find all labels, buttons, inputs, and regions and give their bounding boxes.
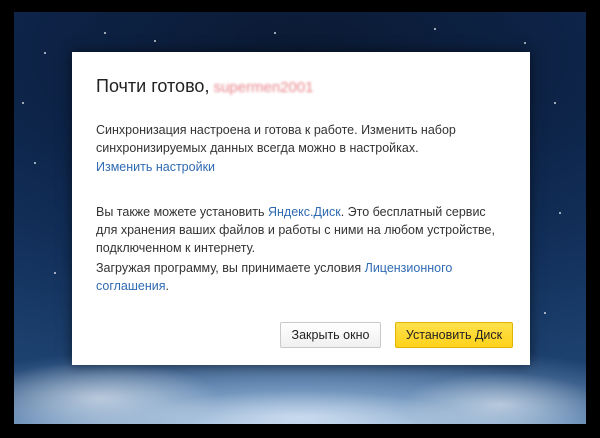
disk-description: Вы также можете установить Яндекс.Диск. … (96, 203, 508, 257)
license-text-after: . (165, 279, 169, 293)
dialog-title: Почти готово, supermen2001 (96, 76, 314, 97)
change-settings-link[interactable]: Изменить настройки (96, 160, 215, 174)
install-disk-button[interactable]: Установить Диск (395, 322, 513, 348)
license-notice: Загружая программу, вы принимаете услови… (96, 259, 508, 295)
username-redacted: supermen2001 (213, 79, 314, 96)
sync-complete-dialog: Почти готово, supermen2001 Синхронизация … (72, 52, 530, 365)
license-text-before: Загружая программу, вы принимаете услови… (96, 261, 365, 275)
dialog-title-text: Почти готово, (96, 76, 210, 96)
yandex-disk-link[interactable]: Яндекс.Диск (268, 205, 341, 219)
close-window-button[interactable]: Закрыть окно (280, 322, 381, 348)
disk-text-before: Вы также можете установить (96, 205, 268, 219)
sync-description: Синхронизация настроена и готова к работ… (96, 123, 456, 155)
